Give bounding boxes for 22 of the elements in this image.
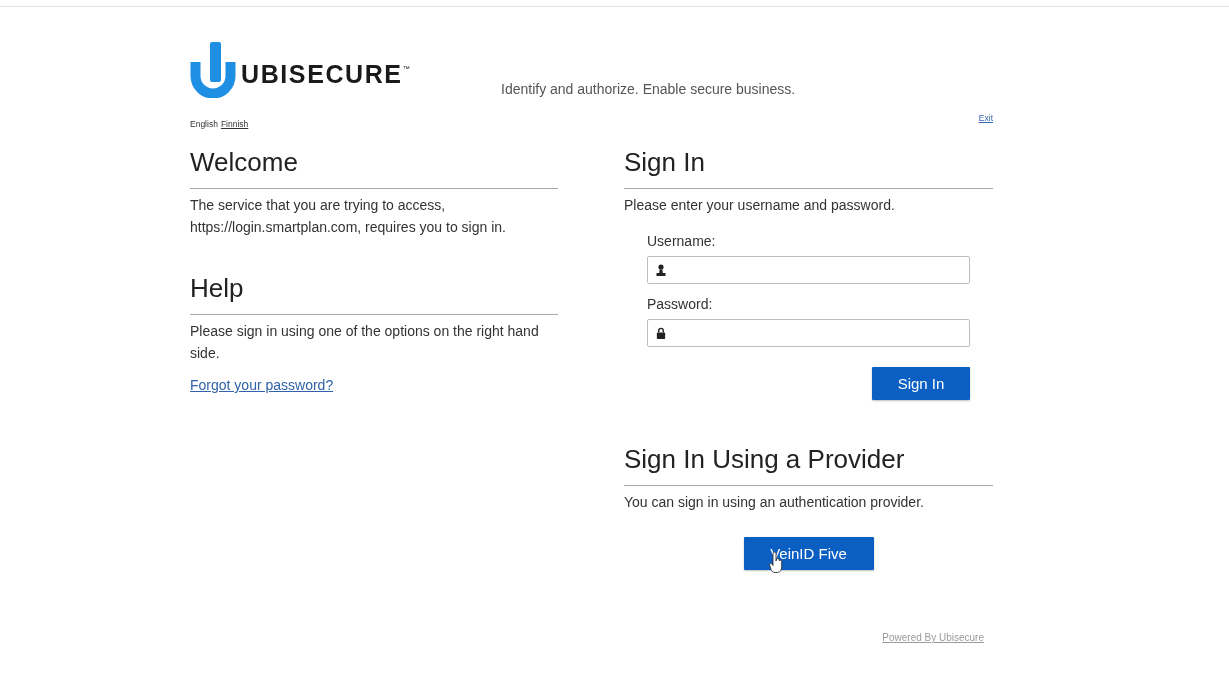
- provider-text: You can sign in using an authentication provider.: [624, 493, 925, 512]
- field-label: Password:: [647, 295, 714, 314]
- section-heading: Sign In Using a Provider: [624, 444, 993, 486]
- lock-icon: [656, 327, 666, 339]
- section-heading: Welcome: [190, 147, 558, 189]
- language-link[interactable]: Finnish: [220, 118, 249, 130]
- password-field[interactable]: [647, 319, 970, 347]
- tagline: Identify and authorize. Enable secure business.: [501, 81, 797, 97]
- section-heading: Sign In: [624, 147, 993, 189]
- sign-in-button[interactable]: Sign In: [872, 367, 970, 400]
- username-field[interactable]: [647, 256, 970, 284]
- forgot-password-link[interactable]: Forgot your password?: [190, 374, 334, 396]
- help-text: Please sign in using one of the options on the right hand side.: [190, 322, 540, 363]
- instructions-text: Please enter your username and password.: [624, 196, 896, 215]
- field-label: Username:: [647, 232, 717, 251]
- person-icon: [656, 264, 666, 276]
- logo-icon: [190, 42, 236, 98]
- language-link[interactable]: English: [190, 118, 218, 130]
- exit-link[interactable]: Exit: [978, 112, 993, 124]
- welcome-text: The service that you are trying to access, https://login.smartplan.com, requires you to sign in.: [190, 196, 507, 237]
- brand-name: UBISECURE$^{™}$: [241, 61, 410, 87]
- section-heading: Help: [190, 273, 558, 315]
